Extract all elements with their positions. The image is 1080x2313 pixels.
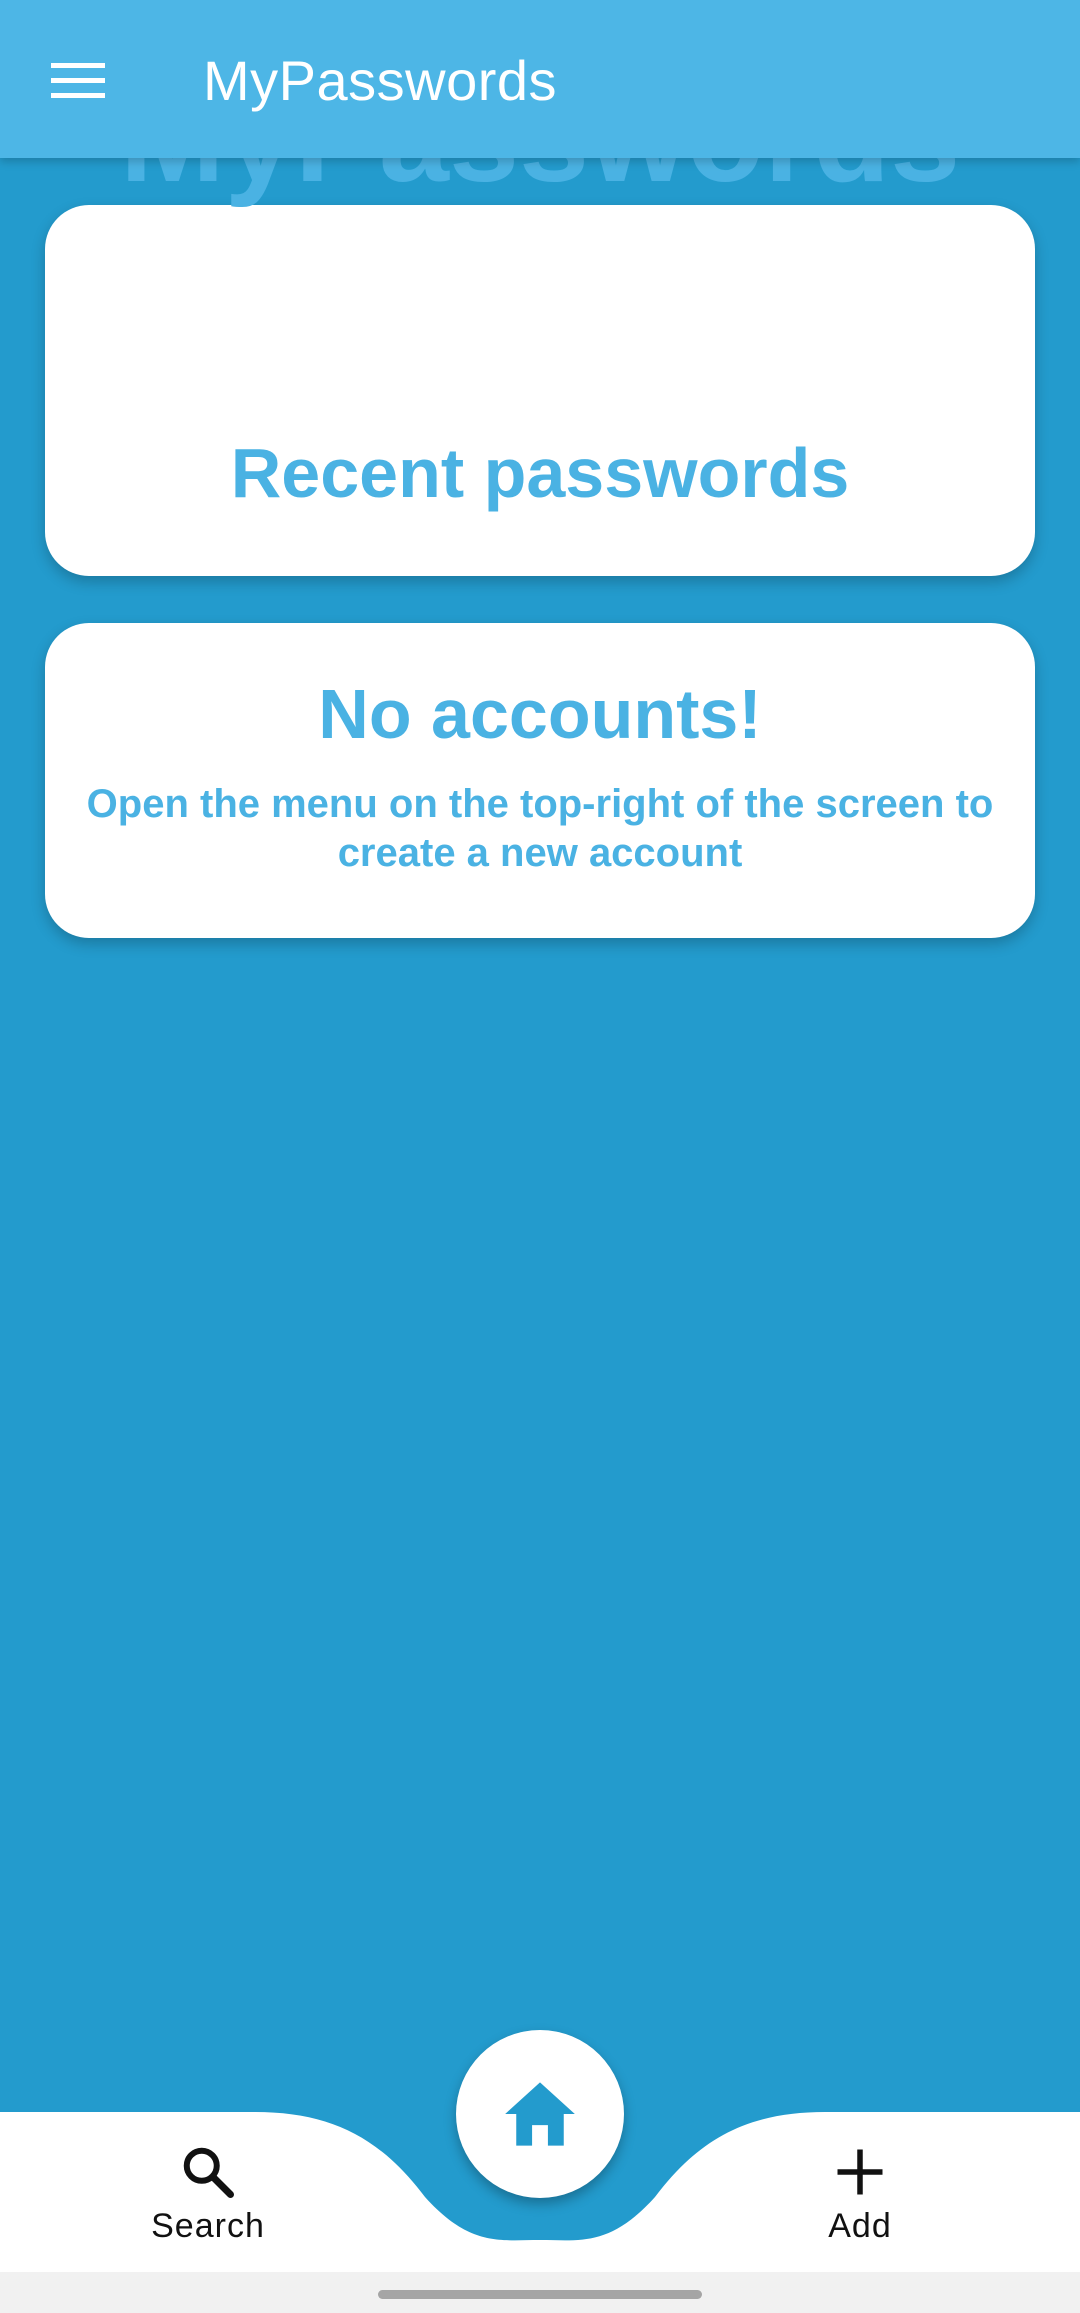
plus-icon [837, 2149, 883, 2195]
gesture-handle[interactable] [378, 2290, 702, 2299]
add-label: Add [828, 2207, 892, 2245]
menu-button[interactable] [34, 40, 124, 120]
add-nav-button[interactable]: Add [760, 2142, 960, 2262]
empty-state-card: No accounts! Open the menu on the top-ri… [45, 623, 1035, 938]
search-label: Search [151, 2207, 265, 2245]
system-navigation-bar [0, 2272, 1080, 2313]
home-button[interactable] [456, 2030, 624, 2198]
app-title: MyPasswords [203, 49, 558, 112]
home-icon [505, 2082, 575, 2146]
empty-state-title: No accounts! [318, 675, 762, 753]
search-nav-button[interactable]: Search [108, 2142, 308, 2262]
search-icon [183, 2147, 234, 2198]
empty-state-message: Open the menu on the top-right of the sc… [86, 782, 994, 875]
hamburger-menu-icon [51, 63, 105, 98]
app-bar: MyPasswords [0, 0, 1080, 158]
recent-passwords-heading: Recent passwords [230, 434, 850, 512]
header-card: MyPasswords Recent passwords [45, 68, 1035, 576]
